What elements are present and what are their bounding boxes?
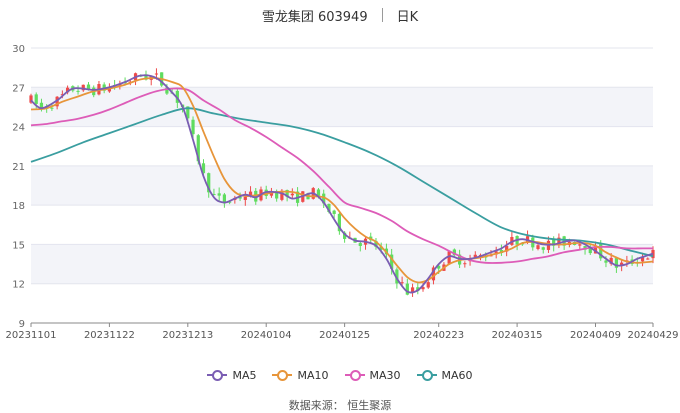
x-axis: 20231101 20231122 20231213 20240104 20240125… <box>6 322 679 341</box>
legend-label: MA60 <box>441 368 473 382</box>
y-tick-label: 12 <box>12 280 25 291</box>
legend-label: MA10 <box>297 368 329 382</box>
x-tick-label: 20240409 <box>570 330 621 341</box>
candle-body <box>463 263 467 265</box>
legend-item-ma30[interactable]: MA30 <box>344 368 401 382</box>
grid-band <box>31 87 653 127</box>
x-tick-label: 20240125 <box>319 330 370 341</box>
legend-marker <box>207 369 228 381</box>
y-tick-label: 24 <box>12 123 25 134</box>
x-tick-label: 20240104 <box>241 330 292 341</box>
candle-body <box>217 193 221 196</box>
candle-body <box>332 210 336 214</box>
candle-body <box>541 247 545 250</box>
x-tick-label: 20231213 <box>162 330 213 341</box>
legend-item-ma10[interactable]: MA10 <box>272 368 329 382</box>
x-tick-label: 20240223 <box>413 330 464 341</box>
legend-marker <box>272 369 293 381</box>
candle-body <box>76 90 80 92</box>
y-tick-label: 30 <box>12 44 25 55</box>
y-tick-label: 18 <box>12 201 25 212</box>
legend-label: MA30 <box>369 368 401 382</box>
y-tick-label: 15 <box>12 240 25 251</box>
candle-body <box>646 258 650 260</box>
candle-body <box>358 243 362 246</box>
y-tick-label: 27 <box>12 83 25 94</box>
x-tick-label: 20231101 <box>6 330 57 341</box>
candle-body <box>34 94 38 104</box>
x-tick-label: 20240315 <box>492 330 543 341</box>
x-tick-label: 20240429 <box>628 330 679 341</box>
candle-body <box>154 73 159 75</box>
data-source: 数据来源： 恒生聚源 <box>288 399 392 412</box>
legend-marker <box>416 369 437 381</box>
legend: MA5 MA10 MA30 MA60 <box>0 366 680 384</box>
candle-body <box>191 119 195 135</box>
kline-chart: 9 12 15 18 21 24 27 30 20231101 20231122 20231213… <box>6 44 679 341</box>
candle-body <box>426 282 430 288</box>
legend-marker <box>344 369 365 381</box>
y-tick-label: 9 <box>19 319 25 330</box>
x-tick-label: 20231122 <box>84 330 135 341</box>
legend-label: MA5 <box>232 368 257 382</box>
candle-body <box>604 260 608 263</box>
candle-body <box>536 245 540 249</box>
y-tick-label: 21 <box>12 162 25 173</box>
legend-item-ma60[interactable]: MA60 <box>416 368 473 382</box>
candle-body <box>578 244 582 246</box>
candle-body <box>290 193 294 196</box>
legend-item-ma5[interactable]: MA5 <box>207 369 256 382</box>
y-axis: 9 12 15 18 21 24 27 30 <box>12 44 25 330</box>
grid-band <box>31 244 653 284</box>
candle-body <box>39 102 44 108</box>
candle-body <box>243 196 247 200</box>
candle-body <box>50 107 54 109</box>
